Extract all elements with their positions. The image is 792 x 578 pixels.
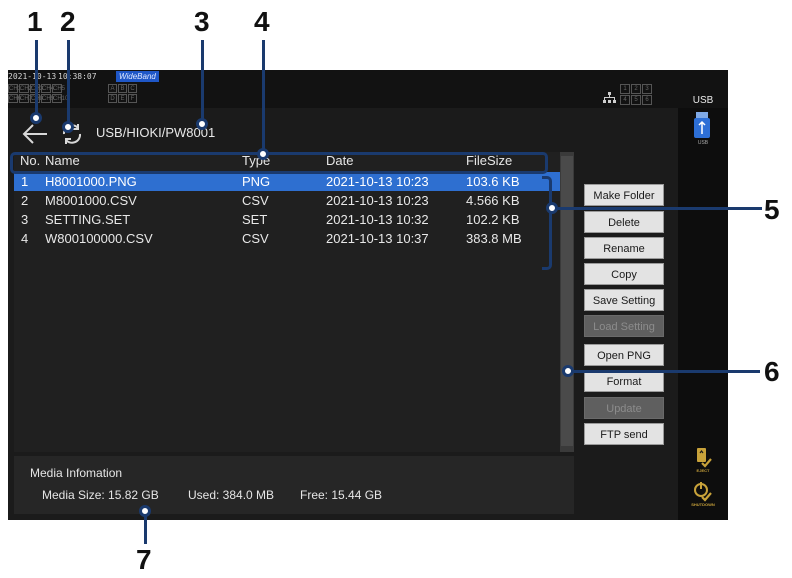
callout-5-leader <box>556 207 762 210</box>
cell-type: CSV <box>242 193 269 208</box>
cell-type: CSV <box>242 231 269 246</box>
open-png-button[interactable]: Open PNG <box>584 344 664 366</box>
callout-1: 1 <box>27 6 43 37</box>
callout-7-dot <box>139 505 151 517</box>
make-folder-button[interactable]: Make Folder <box>584 184 664 206</box>
callout-2-leader <box>67 40 70 126</box>
eject-label: EJECT <box>696 468 710 473</box>
channel-cell: CH6 <box>8 94 22 103</box>
channel-cell: CH4 <box>41 84 55 93</box>
file-list-highlight <box>542 176 552 270</box>
motor-cell: D <box>108 94 117 103</box>
motor-cell: B <box>118 84 127 93</box>
media-size: Media Size: 15.82 GB <box>42 488 159 502</box>
shutdown-label: SHUTDOWN <box>691 502 715 507</box>
media-used: Used: 384.0 MB <box>188 488 275 502</box>
mode-badge: WideBand <box>116 71 159 82</box>
motor-cell: E <box>118 94 127 103</box>
cell-size: 102.2 KB <box>466 212 520 227</box>
unit-cell: 5 <box>631 95 641 105</box>
status-date: 2021-10-13 <box>8 72 57 81</box>
motor-cell: A <box>108 84 117 93</box>
callout-5: 5 <box>764 194 780 225</box>
save-setting-button[interactable]: Save Setting <box>584 289 664 311</box>
column-header-highlight <box>10 152 548 174</box>
unit-indicator-grid: 1 2 3 4 5 6 <box>620 84 652 105</box>
cell-no: 1 <box>21 174 29 189</box>
usb-drive-icon[interactable] <box>692 112 712 138</box>
callout-6-dot <box>562 365 574 377</box>
motor-indicator-grid: A B C D E F <box>108 84 137 103</box>
update-button[interactable]: Update <box>584 397 664 419</box>
callout-1-dot <box>30 112 42 124</box>
scrollbar-thumb[interactable] <box>561 156 573 446</box>
ftp-send-button[interactable]: FTP send <box>584 423 664 445</box>
channel-cell: CH7 <box>19 94 33 103</box>
eject-icon[interactable] <box>694 448 712 468</box>
rename-button[interactable]: Rename <box>584 237 664 259</box>
callout-4-dot <box>257 148 269 160</box>
cell-date: 2021-10-13 10:32 <box>326 212 429 227</box>
media-info-panel <box>14 456 574 514</box>
cell-type: PNG <box>242 174 271 189</box>
cell-date: 2021-10-13 10:23 <box>326 174 429 189</box>
cell-name: H8001000.PNG <box>45 174 137 189</box>
cell-name: SETTING.SET <box>45 212 131 227</box>
callout-2: 2 <box>60 6 76 37</box>
callout-7: 7 <box>136 544 152 575</box>
callout-3-leader <box>201 40 204 122</box>
shutdown-icon[interactable] <box>694 482 712 502</box>
format-button[interactable]: Format <box>584 370 664 392</box>
callout-3-dot <box>196 118 208 130</box>
table-row[interactable]: 2 M8001000.CSV CSV 2021-10-13 10:23 4.56… <box>14 191 574 210</box>
callout-3: 3 <box>194 6 210 37</box>
motor-cell: F <box>128 94 137 103</box>
unit-cell: 6 <box>642 95 652 105</box>
status-time: 10:38:07 <box>58 72 97 81</box>
unit-cell: 2 <box>631 84 641 94</box>
cell-size: 383.8 MB <box>466 231 522 246</box>
cell-size: 4.566 KB <box>466 193 520 208</box>
cell-name: W800100000.CSV <box>45 231 153 246</box>
channel-cell: CH9 <box>41 94 55 103</box>
channel-cell: CH10 <box>52 94 69 103</box>
channel-cell: CH1 <box>8 84 22 93</box>
cell-no: 2 <box>21 193 29 208</box>
channel-cell: CH2 <box>19 84 33 93</box>
tab-usb[interactable]: USB <box>678 94 728 108</box>
cell-date: 2021-10-13 10:37 <box>326 231 429 246</box>
cell-no: 4 <box>21 231 29 246</box>
cell-no: 3 <box>21 212 29 227</box>
callout-4-leader <box>262 40 265 152</box>
network-icon <box>603 92 616 103</box>
back-arrow-icon[interactable] <box>22 124 48 144</box>
media-free: Free: 15.44 GB <box>300 488 383 502</box>
usb-device-label: USB <box>697 140 709 146</box>
callout-4: 4 <box>254 6 270 37</box>
load-setting-button[interactable]: Load Setting <box>584 315 664 337</box>
cell-size: 103.6 KB <box>466 174 520 189</box>
unit-cell: 3 <box>642 84 652 94</box>
table-row[interactable]: 4 W800100000.CSV CSV 2021-10-13 10:37 38… <box>14 229 574 248</box>
unit-cell: 4 <box>620 95 630 105</box>
cell-name: M8001000.CSV <box>45 193 137 208</box>
unit-cell: 1 <box>620 84 630 94</box>
cell-type: SET <box>242 212 268 227</box>
table-row[interactable]: 1 H8001000.PNG PNG 2021-10-13 10:23 103.… <box>14 172 574 191</box>
device-screen: 2021-10-13 10:38:07 WideBand CH1 CH2 CH3… <box>8 70 728 520</box>
motor-cell: C <box>128 84 137 93</box>
delete-button[interactable]: Delete <box>584 211 664 233</box>
table-row[interactable]: 3 SETTING.SET SET 2021-10-13 10:32 102.2… <box>14 210 574 229</box>
callout-1-leader <box>35 40 38 116</box>
cell-date: 2021-10-13 10:23 <box>326 193 429 208</box>
callout-2-dot <box>62 121 74 133</box>
copy-button[interactable]: Copy <box>584 263 664 285</box>
callout-6-leader <box>570 370 760 373</box>
callout-6: 6 <box>764 356 780 387</box>
callout-5-dot <box>546 202 558 214</box>
media-info-title: Media Infomation <box>30 466 123 480</box>
channel-cell: CH5 <box>52 84 66 93</box>
